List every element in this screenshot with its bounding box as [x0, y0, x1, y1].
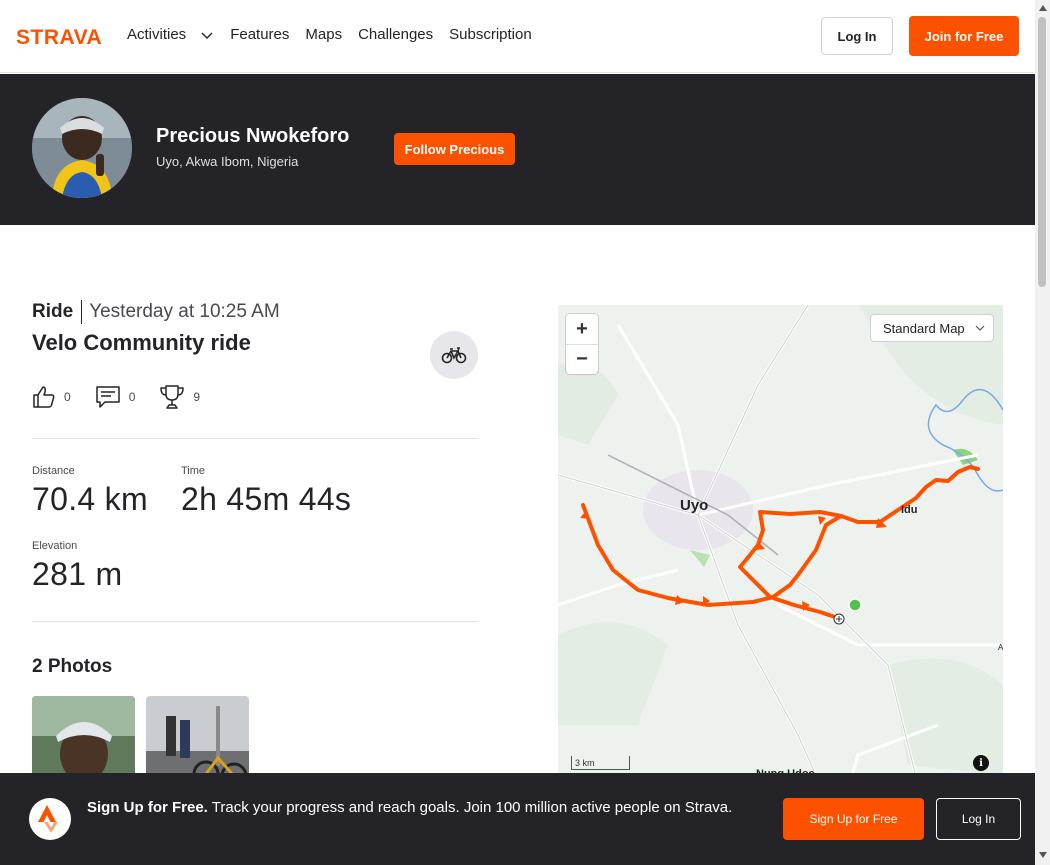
thumbs-up-icon	[33, 386, 55, 408]
stat-elevation-label: Elevation	[32, 540, 78, 552]
divider	[32, 438, 478, 439]
nav-link-activities-label: Activities	[127, 26, 187, 43]
signup-button[interactable]: Sign Up for Free	[783, 798, 924, 840]
chevron-down-icon	[201, 32, 213, 39]
activity-title: Velo Community ride	[32, 330, 251, 355]
social-stats: 0 0 9	[32, 384, 200, 410]
join-button[interactable]: Join for Free	[909, 16, 1019, 56]
activity-type: Ride	[32, 300, 83, 324]
banner-headline: Sign Up for Free.	[87, 799, 208, 816]
scroll-thumb[interactable]	[1038, 17, 1046, 287]
athlete-location: Uyo, Akwa Ibom, Nigeria	[156, 154, 299, 169]
bike-icon	[441, 347, 467, 364]
sport-type-badge	[430, 331, 478, 379]
avatar[interactable]	[32, 98, 132, 198]
route-map[interactable]: Uyo Idu Nung Udoe A	[558, 305, 1003, 825]
stat-elevation-value: 281 m	[32, 556, 123, 592]
map-style-label: Standard Map	[883, 320, 965, 336]
comment-icon	[95, 386, 120, 408]
signup-banner: Sign Up for Free. Track your progress an…	[0, 773, 1035, 865]
strava-mark-icon	[29, 798, 71, 840]
map-canvas: Uyo Idu Nung Udoe A	[558, 305, 1003, 825]
nav-link-features[interactable]: Features	[230, 26, 289, 43]
athlete-name[interactable]: Precious Nwokeforo	[156, 125, 349, 148]
nav-link-subscription[interactable]: Subscription	[449, 26, 532, 43]
activity-meta: Ride Yesterday at 10:25 AM	[32, 300, 280, 324]
stat-time-label: Time	[181, 465, 206, 477]
follow-button[interactable]: Follow Precious	[394, 133, 515, 165]
kudos-count: 0	[64, 390, 71, 404]
zoom-in-button[interactable]: +	[566, 314, 598, 344]
stat-distance: Distance 70.4 km	[32, 465, 148, 518]
nav-link-maps[interactable]: Maps	[305, 26, 342, 43]
nav-link-activities[interactable]: Activities	[127, 26, 214, 43]
nav-link-challenges[interactable]: Challenges	[358, 26, 433, 43]
divider	[32, 621, 478, 622]
kudos-button[interactable]: 0	[32, 384, 71, 410]
scroll-up-arrow-icon[interactable]	[1039, 5, 1047, 11]
scroll-down-arrow-icon[interactable]	[1039, 852, 1047, 858]
nav-links: Activities Features Maps Challenges Subs…	[127, 26, 532, 43]
place-label: Uyo	[680, 497, 708, 514]
stat-distance-label: Distance	[32, 465, 75, 477]
map-style-select[interactable]: Standard Map	[870, 314, 994, 342]
comments-button[interactable]: 0	[95, 384, 136, 410]
stat-elevation: Elevation 281 m	[32, 540, 122, 593]
info-icon[interactable]: i	[973, 755, 989, 771]
avatar-image	[32, 98, 132, 198]
achievements-button[interactable]: 9	[159, 384, 200, 410]
achievements-count: 9	[193, 390, 201, 404]
banner-message: Sign Up for Free. Track your progress an…	[87, 797, 767, 819]
athlete-header: Precious Nwokeforo Uyo, Akwa Ibom, Niger…	[0, 74, 1035, 225]
svg-text:STRAVA: STRAVA	[16, 26, 102, 48]
place-label: A	[998, 643, 1003, 652]
activity-date: Yesterday at 10:25 AM	[89, 301, 280, 322]
chevron-down-icon	[975, 325, 985, 331]
strava-logo-icon	[38, 805, 58, 833]
banner-body: Track your progress and reach goals. Joi…	[211, 799, 733, 816]
login-button[interactable]: Log In	[821, 17, 893, 55]
stat-time: Time 2h 45m 44s	[181, 465, 351, 518]
strava-logo[interactable]: STRAVA	[16, 24, 112, 48]
comments-count: 0	[128, 390, 136, 404]
trophy-icon	[160, 385, 185, 409]
stat-distance-value: 70.4 km	[32, 481, 148, 517]
zoom-controls: + −	[566, 314, 598, 374]
photos-title: 2 Photos	[32, 656, 113, 677]
zoom-out-button[interactable]: −	[566, 344, 598, 374]
stat-time-value: 2h 45m 44s	[181, 481, 352, 517]
top-navigation: STRAVA Activities Features Maps Challeng…	[0, 0, 1035, 73]
scrollbar[interactable]	[1035, 0, 1050, 865]
banner-login-button[interactable]: Log In	[936, 798, 1021, 840]
place-label: Idu	[901, 504, 918, 516]
map-scale-label: 3 km	[575, 758, 595, 768]
